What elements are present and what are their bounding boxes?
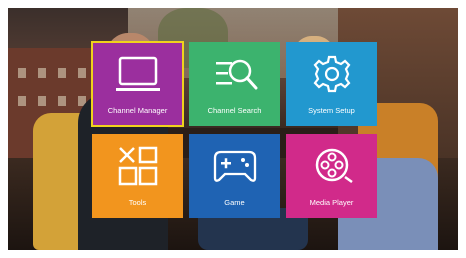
tile-label: Channel Manager (107, 106, 168, 115)
game-tile[interactable]: Game (189, 134, 280, 218)
film-reel-icon (315, 148, 353, 184)
system-setup-tile[interactable]: System Setup (286, 42, 377, 126)
tile-label: Media Player (309, 198, 354, 207)
monitor-icon (115, 56, 160, 91)
media-player-tile[interactable]: Media Player (286, 134, 377, 218)
tools-icon (118, 146, 157, 186)
tools-tile[interactable]: Tools (92, 134, 183, 218)
channel-search-tile[interactable]: Channel Search (189, 42, 280, 126)
tile-label: Channel Search (207, 106, 262, 115)
gamepad-icon (213, 150, 256, 182)
channel-manager-tile[interactable]: Channel Manager (91, 41, 184, 127)
tile-label: Tools (128, 198, 147, 207)
search-list-icon (215, 59, 257, 90)
gear-icon (313, 55, 350, 93)
tile-label: System Setup (308, 106, 355, 115)
main-menu-grid: Channel Manager Channel Search System Se… (91, 41, 380, 218)
tile-label: Game (224, 198, 245, 207)
